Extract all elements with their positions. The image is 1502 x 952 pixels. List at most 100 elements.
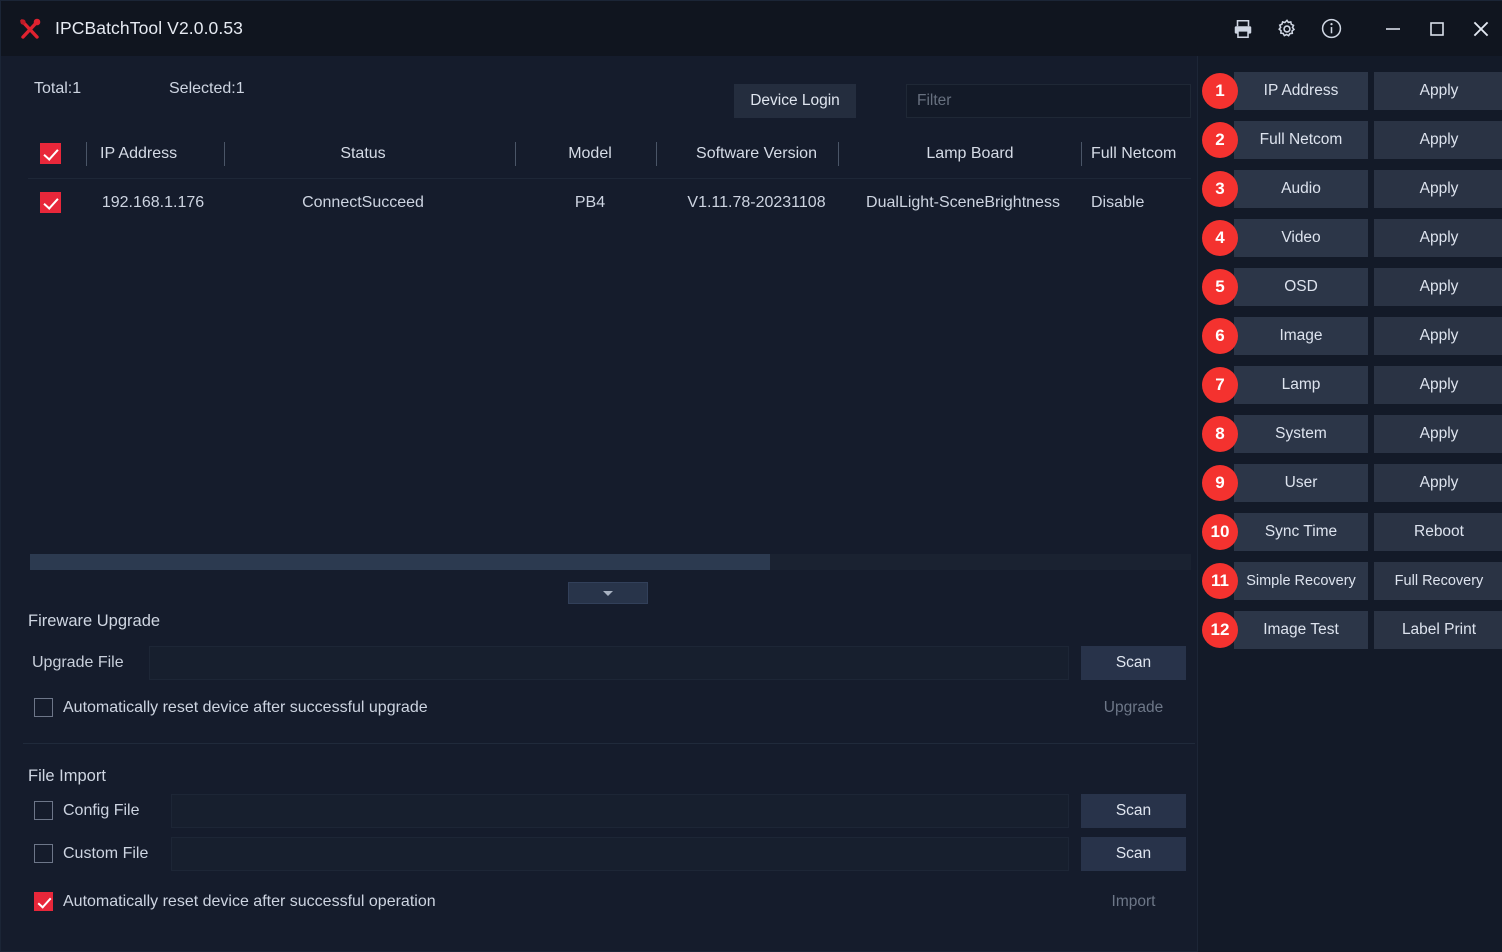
firmware-scan-button[interactable]: Scan (1081, 646, 1186, 680)
crossed-tools-icon (15, 14, 45, 44)
video-button[interactable]: Video (1234, 219, 1368, 257)
full-netcom-button[interactable]: Full Netcom (1234, 121, 1368, 159)
system-button[interactable]: System (1234, 415, 1368, 453)
image-apply-button[interactable]: Apply (1374, 317, 1502, 355)
table-row[interactable]: 192.168.1.176 ConnectSucceed PB4 V1.11.7… (28, 179, 1191, 227)
upgrade-file-label: Upgrade File (32, 654, 124, 671)
minimize-button[interactable] (1371, 1, 1415, 56)
select-all-checkbox[interactable] (40, 143, 61, 164)
chevron-down-icon[interactable] (568, 582, 648, 604)
action-row-7: 7 Lamp Apply (1198, 366, 1502, 404)
action-row-2: 2 Full Netcom Apply (1198, 121, 1502, 159)
column-header-ip-address[interactable]: IP Address (100, 129, 230, 179)
column-header-software-version[interactable]: Software Version (664, 129, 849, 179)
custom-file-label: Custom File (63, 844, 149, 862)
caret-glyph (603, 590, 613, 596)
column-divider (224, 142, 225, 166)
scrollbar-thumb[interactable] (30, 554, 770, 570)
step-badge-5: 5 (1202, 269, 1238, 305)
custom-file-input[interactable] (171, 837, 1069, 871)
section-divider (23, 743, 1195, 744)
user-apply-button[interactable]: Apply (1374, 464, 1502, 502)
config-file-checkbox[interactable] (34, 801, 53, 820)
action-row-5: 5 OSD Apply (1198, 268, 1502, 306)
simple-recovery-button[interactable]: Simple Recovery (1234, 562, 1368, 600)
config-file-scan-button[interactable]: Scan (1081, 794, 1186, 828)
step-badge-4: 4 (1202, 220, 1238, 256)
close-button[interactable] (1459, 1, 1502, 56)
toolbar: Total:1 Selected:1 Device Login (1, 56, 1191, 129)
lamp-apply-button[interactable]: Apply (1374, 366, 1502, 404)
full-recovery-button[interactable]: Full Recovery (1374, 562, 1502, 600)
config-file-input[interactable] (171, 794, 1069, 828)
custom-file-checkbox[interactable] (34, 844, 53, 863)
video-apply-button[interactable]: Apply (1374, 219, 1502, 257)
column-divider (656, 142, 657, 166)
horizontal-scrollbar[interactable] (30, 554, 1191, 570)
cell-model: PB4 (574, 194, 606, 211)
step-badge-6: 6 (1202, 318, 1238, 354)
step-badge-9: 9 (1202, 465, 1238, 501)
action-panel: 1 IP Address Apply 2 Full Netcom Apply 3… (1197, 56, 1502, 952)
user-button[interactable]: User (1234, 464, 1368, 502)
ip-address-button[interactable]: IP Address (1234, 72, 1368, 110)
device-table: IP Address Status Model Software Version… (28, 129, 1191, 559)
cell-status: ConnectSucceed (302, 194, 424, 211)
system-apply-button[interactable]: Apply (1374, 415, 1502, 453)
cell-lamp-board: DualLight-SceneBrightness (866, 194, 1060, 211)
audio-apply-button[interactable]: Apply (1374, 170, 1502, 208)
osd-apply-button[interactable]: Apply (1374, 268, 1502, 306)
reboot-button[interactable]: Reboot (1374, 513, 1502, 551)
titlebar-actions (1221, 1, 1502, 56)
column-header-model[interactable]: Model (535, 129, 645, 179)
custom-file-scan-button[interactable]: Scan (1081, 837, 1186, 871)
action-row-1: 1 IP Address Apply (1198, 72, 1502, 110)
selected-count-label: Selected:1 (169, 80, 245, 97)
firmware-auto-reset-label: Automatically reset device after success… (63, 698, 428, 716)
ip-address-apply-button[interactable]: Apply (1374, 72, 1502, 110)
column-divider (1081, 142, 1082, 166)
filter-input[interactable] (906, 84, 1191, 118)
label-print-button[interactable]: Label Print (1374, 611, 1502, 649)
firmware-section-title: Fireware Upgrade (28, 612, 161, 630)
import-auto-reset-checkbox[interactable] (34, 892, 53, 911)
step-badge-2: 2 (1202, 122, 1238, 158)
import-auto-reset-row[interactable]: Automatically reset device after success… (34, 892, 436, 911)
audio-button[interactable]: Audio (1234, 170, 1368, 208)
firmware-auto-reset-checkbox[interactable] (34, 698, 53, 717)
device-login-button[interactable]: Device Login (734, 84, 856, 118)
firmware-auto-reset-row[interactable]: Automatically reset device after success… (34, 698, 428, 717)
full-netcom-apply-button[interactable]: Apply (1374, 121, 1502, 159)
upgrade-file-input[interactable] (149, 646, 1069, 680)
column-header-status[interactable]: Status (258, 129, 468, 179)
gear-icon[interactable] (1265, 1, 1309, 56)
info-icon[interactable] (1309, 1, 1353, 56)
printer-icon[interactable] (1221, 1, 1265, 56)
step-badge-1: 1 (1202, 73, 1238, 109)
custom-file-row[interactable]: Custom File (34, 844, 148, 863)
file-import-button[interactable]: Import (1081, 885, 1186, 919)
firmware-upgrade-button[interactable]: Upgrade (1081, 691, 1186, 725)
action-row-11: 11 Simple Recovery Full Recovery (1198, 562, 1502, 600)
column-divider (838, 142, 839, 166)
title-bar: IPCBatchTool V2.0.0.53 (1, 1, 1502, 56)
image-button[interactable]: Image (1234, 317, 1368, 355)
lamp-button[interactable]: Lamp (1234, 366, 1368, 404)
action-row-4: 4 Video Apply (1198, 219, 1502, 257)
maximize-button[interactable] (1415, 1, 1459, 56)
step-badge-8: 8 (1202, 416, 1238, 452)
action-row-3: 3 Audio Apply (1198, 170, 1502, 208)
config-file-row[interactable]: Config File (34, 801, 139, 820)
file-import-section-title: File Import (28, 767, 106, 785)
app-window: IPCBatchTool V2.0.0.53 Total:1 Selected:… (0, 0, 1502, 952)
row-select-checkbox[interactable] (40, 192, 61, 213)
sync-time-button[interactable]: Sync Time (1234, 513, 1368, 551)
osd-button[interactable]: OSD (1234, 268, 1368, 306)
column-divider (86, 142, 87, 166)
cell-ip-address: 192.168.1.176 (101, 194, 205, 211)
table-header-row: IP Address Status Model Software Version… (28, 129, 1191, 179)
step-badge-3: 3 (1202, 171, 1238, 207)
column-header-lamp-board[interactable]: Lamp Board (850, 129, 1090, 179)
column-divider (515, 142, 516, 166)
image-test-button[interactable]: Image Test (1234, 611, 1368, 649)
